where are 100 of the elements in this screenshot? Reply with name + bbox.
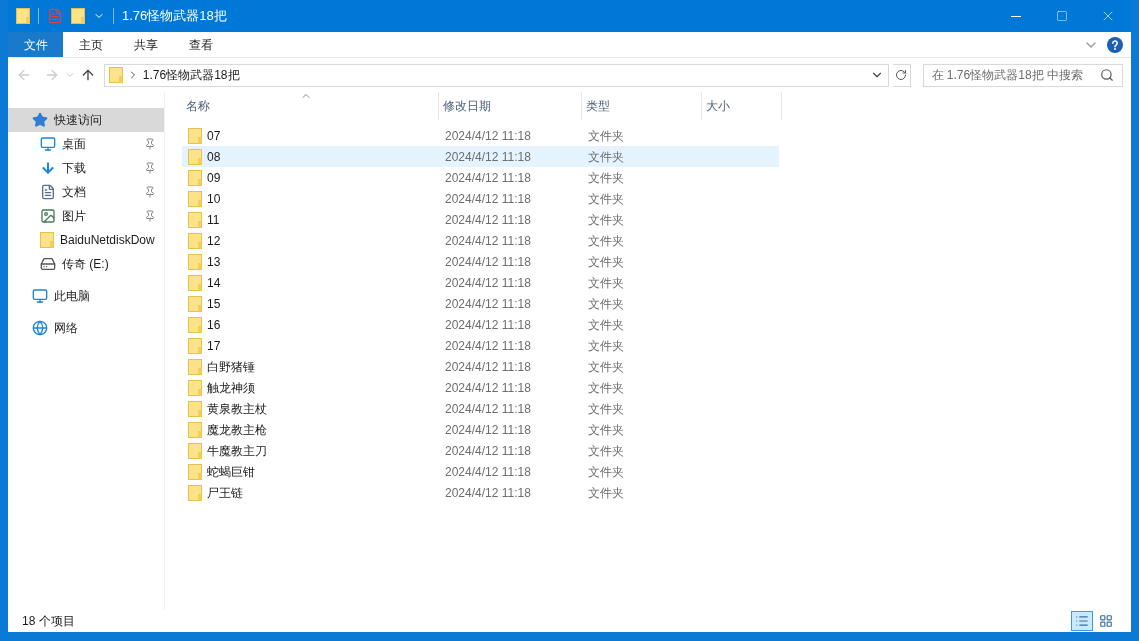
file-name: 11	[207, 211, 220, 229]
ribbon-tab[interactable]: 共享	[118, 32, 173, 57]
ribbon-tab[interactable]: 主页	[63, 32, 118, 57]
pin-icon	[144, 138, 156, 150]
star-icon	[32, 112, 48, 128]
details-view-button[interactable]	[1071, 611, 1093, 631]
file-name: 09	[207, 169, 221, 187]
file-row[interactable]: 17 2024/4/12 11:18 文件夹	[182, 335, 779, 356]
file-row[interactable]: 16 2024/4/12 11:18 文件夹	[182, 314, 779, 335]
folder-icon	[40, 232, 54, 248]
column-header[interactable]: 名称	[182, 92, 439, 120]
type-cell-text: 文件夹	[587, 295, 625, 313]
column-header[interactable]: 大小	[702, 92, 782, 120]
window-title: 1.76怪物武器18把	[122, 7, 227, 26]
date-cell-text: 2024/4/12 11:18	[444, 463, 532, 481]
type-cell-text: 文件夹	[587, 379, 625, 397]
file-row[interactable]: 11 2024/4/12 11:18 文件夹	[182, 209, 779, 230]
folder-icon	[16, 8, 30, 24]
file-name: 07	[207, 127, 221, 145]
file-row[interactable]: 14 2024/4/12 11:18 文件夹	[182, 272, 779, 293]
file-name: 10	[207, 190, 221, 208]
download-icon	[40, 160, 56, 176]
folder-icon	[188, 421, 202, 438]
sidebar-item[interactable]: BaiduNetdiskDow	[8, 228, 164, 252]
folder-icon	[108, 67, 123, 83]
sidebar-item[interactable]: 此电脑	[8, 284, 164, 308]
ribbon-tab[interactable]: 文件	[8, 32, 63, 57]
sidebar-item[interactable]: 文档	[8, 180, 164, 204]
desktop-icon	[40, 136, 56, 152]
address-path: 1.76怪物武器18把	[142, 67, 240, 84]
grid-icon	[1099, 614, 1113, 628]
folder-icon	[188, 274, 202, 291]
sidebar-item[interactable]: 传奇 (E:)	[8, 252, 164, 276]
list-icon	[1075, 614, 1089, 628]
date-cell-text: 2024/4/12 11:18	[444, 127, 532, 145]
date-cell-text: 2024/4/12 11:18	[444, 442, 532, 460]
file-name: 蛇蝎巨钳	[207, 463, 255, 481]
sidebar-item[interactable]: 下载	[8, 156, 164, 180]
folder-icon	[188, 211, 202, 228]
search-icon	[1100, 68, 1114, 82]
type-cell-text: 文件夹	[587, 211, 625, 229]
folder-icon	[188, 463, 202, 480]
file-row[interactable]: 尸王链 2024/4/12 11:18 文件夹	[182, 482, 779, 503]
file-name: 08	[207, 148, 221, 166]
folder-icon	[188, 358, 202, 375]
type-cell-text: 文件夹	[587, 148, 625, 166]
file-row[interactable]: 触龙神须 2024/4/12 11:18 文件夹	[182, 377, 779, 398]
type-cell-text: 文件夹	[587, 127, 625, 145]
file-name: 触龙神须	[207, 379, 255, 397]
folder-icon	[188, 127, 202, 144]
pin-icon	[144, 210, 156, 222]
file-row[interactable]: 10 2024/4/12 11:18 文件夹	[182, 188, 779, 209]
item-count: 18 个项目	[22, 613, 75, 630]
column-header[interactable]: 类型	[582, 92, 702, 120]
file-row[interactable]: 15 2024/4/12 11:18 文件夹	[182, 293, 779, 314]
back-icon[interactable]	[16, 67, 32, 83]
type-cell-text: 文件夹	[587, 421, 625, 439]
drive-icon	[40, 256, 56, 272]
date-cell-text: 2024/4/12 11:18	[444, 484, 532, 502]
file-row[interactable]: 白野猪锤 2024/4/12 11:18 文件夹	[182, 356, 779, 377]
properties-icon[interactable]	[47, 8, 63, 24]
column-header[interactable]: 修改日期	[439, 92, 582, 120]
sidebar-item[interactable]: 桌面	[8, 132, 164, 156]
sidebar-item[interactable]: 网络	[8, 316, 164, 340]
type-cell-text: 文件夹	[587, 463, 625, 481]
file-name: 17	[207, 337, 221, 355]
file-name: 魔龙教主枪	[207, 421, 267, 439]
refresh-button[interactable]	[892, 63, 911, 87]
folder-icon	[188, 232, 202, 249]
address-bar[interactable]: 1.76怪物武器18把	[103, 63, 889, 87]
ribbon-tab[interactable]: 查看	[173, 32, 228, 57]
date-cell-text: 2024/4/12 11:18	[444, 316, 532, 334]
date-cell-text: 2024/4/12 11:18	[444, 148, 532, 166]
type-cell-text: 文件夹	[587, 358, 625, 376]
file-row[interactable]: 蛇蝎巨钳 2024/4/12 11:18 文件夹	[182, 461, 779, 482]
sidebar-item[interactable]: 快速访问	[8, 108, 164, 132]
file-row[interactable]: 13 2024/4/12 11:18 文件夹	[182, 251, 779, 272]
file-row[interactable]: 牛魔教主刀 2024/4/12 11:18 文件夹	[182, 440, 779, 461]
folder-icon	[188, 379, 202, 396]
search-field[interactable]: 在 1.76怪物武器18把 中搜索	[922, 63, 1123, 87]
file-row[interactable]: 08 2024/4/12 11:18 文件夹	[182, 146, 779, 167]
type-cell-text: 文件夹	[587, 169, 625, 187]
folder-icon	[188, 190, 202, 207]
sidebar-item[interactable]: 图片	[8, 204, 164, 228]
file-row[interactable]: 魔龙教主枪 2024/4/12 11:18 文件夹	[182, 419, 779, 440]
type-cell-text: 文件夹	[587, 253, 625, 271]
file-row[interactable]: 12 2024/4/12 11:18 文件夹	[182, 230, 779, 251]
file-row[interactable]: 黄泉教主杖 2024/4/12 11:18 文件夹	[182, 398, 779, 419]
date-cell-text: 2024/4/12 11:18	[444, 190, 532, 208]
date-cell-text: 2024/4/12 11:18	[444, 211, 532, 229]
type-cell-text: 文件夹	[587, 274, 625, 292]
file-row[interactable]: 07 2024/4/12 11:18 文件夹	[182, 125, 779, 146]
help-icon[interactable]	[1107, 36, 1123, 53]
folder-icon	[188, 169, 202, 186]
file-name: 16	[207, 316, 221, 334]
pin-icon	[144, 162, 156, 174]
refresh-icon	[895, 69, 908, 81]
file-row[interactable]: 09 2024/4/12 11:18 文件夹	[182, 167, 779, 188]
file-name: 牛魔教主刀	[207, 442, 267, 460]
date-cell-text: 2024/4/12 11:18	[444, 358, 532, 376]
